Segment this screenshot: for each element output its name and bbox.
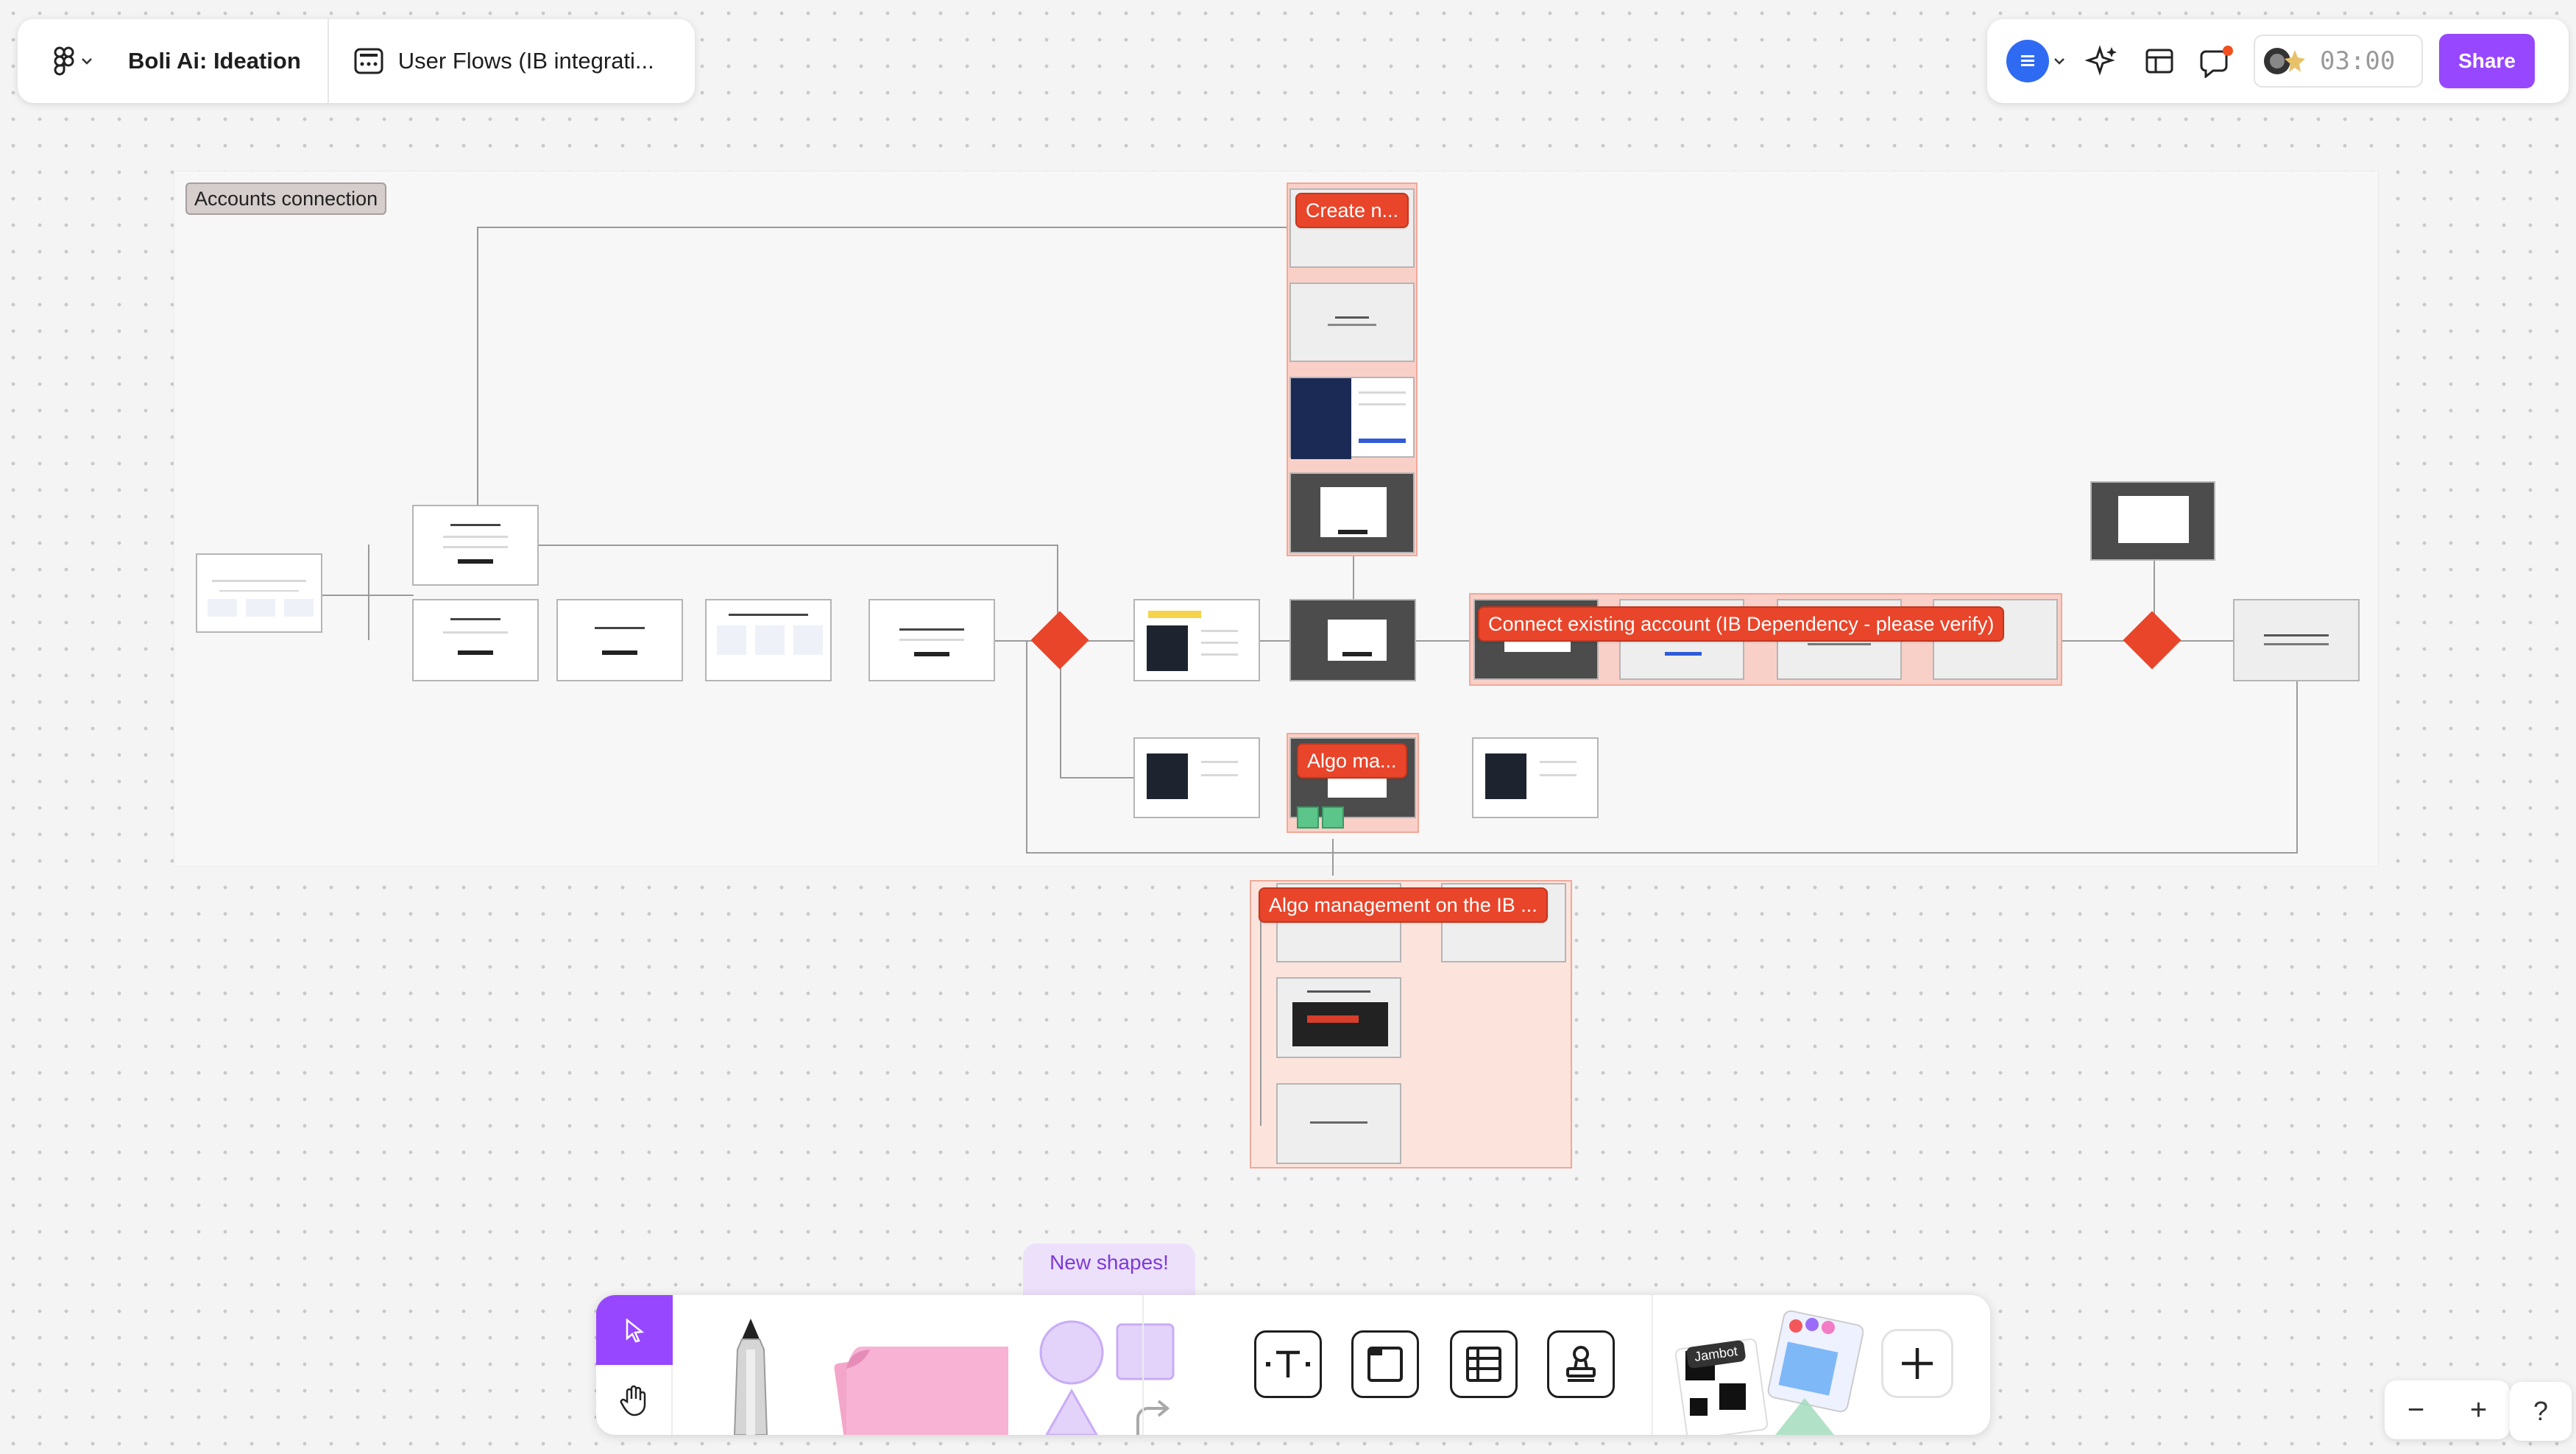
zoom-out-button[interactable]: − [2407, 1394, 2424, 1427]
frame-beginner-dashboard[interactable] [1133, 599, 1260, 681]
plus-icon [1902, 1348, 1933, 1379]
widgets-icon [1674, 1310, 1864, 1441]
avatar-icon [2264, 48, 2305, 74]
zoom-controls: − + [2385, 1380, 2510, 1439]
connector [368, 545, 369, 640]
connector [1353, 556, 1354, 600]
frame-algo-mgmt-4[interactable] [1276, 1083, 1401, 1164]
table-tool[interactable] [1450, 1330, 1518, 1398]
section-icon [1367, 1347, 1403, 1382]
sticky-green[interactable] [1297, 806, 1319, 829]
stamp-tool[interactable] [1547, 1330, 1615, 1398]
help-button[interactable]: ? [2510, 1382, 2572, 1441]
comment-icon[interactable] [2196, 40, 2237, 82]
tag-algo-ma[interactable]: Algo ma... [1297, 743, 1407, 779]
file-header: Boli Ai: Ideation User Flows (IB integra… [18, 19, 695, 103]
connector [1026, 640, 1027, 854]
tag-connect-existing[interactable]: Connect existing account (IB Dependency … [1478, 606, 2005, 642]
hand-icon [620, 1385, 646, 1416]
section-tool[interactable] [1351, 1330, 1419, 1398]
connector [1260, 912, 1262, 1126]
ai-sparkle-icon[interactable] [2081, 40, 2123, 82]
list-menu-button[interactable] [2006, 40, 2065, 82]
pen-icon[interactable] [721, 1317, 780, 1435]
frame-verify-account[interactable] [556, 599, 683, 681]
move-tool[interactable] [596, 1295, 673, 1365]
frame-algorithm-purchased[interactable] [868, 599, 995, 681]
stamp-icon [1566, 1346, 1596, 1382]
frame-login[interactable] [412, 505, 539, 586]
page-icon [354, 48, 383, 74]
toolbar-right: 03:00 Share [1987, 19, 2569, 103]
frame-final-state[interactable] [2233, 599, 2360, 681]
sticky-note-icon[interactable] [832, 1317, 1008, 1435]
frame-create-new-modal[interactable] [1289, 472, 1415, 553]
list-icon [2006, 40, 2049, 82]
page-selector[interactable]: User Flows (IB integrati... [329, 45, 654, 77]
frame-create-new-2[interactable] [1289, 283, 1415, 362]
frame-connected-modal[interactable] [2090, 481, 2215, 561]
widgets-button[interactable]: Jambot [1672, 1310, 1864, 1441]
sticky-green[interactable] [1322, 806, 1344, 829]
chevron-down-icon [2054, 58, 2064, 65]
figma-menu-icon [54, 46, 74, 76]
frame-algo-mgmt-3[interactable] [1276, 977, 1401, 1058]
divider [1142, 1295, 1144, 1435]
frame-beginner-dashboard-2[interactable] [1133, 737, 1260, 818]
text-icon [1266, 1350, 1310, 1377]
connector [1332, 839, 1334, 876]
page-name: User Flows (IB integrati... [397, 48, 654, 74]
frame-ib-login[interactable] [1289, 377, 1415, 459]
hand-tool[interactable] [596, 1365, 673, 1435]
section-label[interactable]: Accounts connection [185, 182, 387, 215]
timer-value: 03:00 [2320, 46, 2396, 76]
frame-modal-overlay[interactable] [1289, 599, 1416, 681]
mode-switcher [596, 1295, 673, 1435]
frame-beginner-dashboard-3[interactable] [1472, 737, 1599, 818]
table-icon [1466, 1347, 1501, 1382]
tag-algo-management[interactable]: Algo management on the IB ... [1259, 887, 1548, 923]
text-tool[interactable] [1254, 1330, 1322, 1398]
connector [1060, 777, 1133, 779]
main-menu-button[interactable] [18, 19, 128, 103]
frame-algorithms-list[interactable] [705, 599, 832, 681]
zoom-in-button[interactable]: + [2470, 1394, 2487, 1427]
timer-widget[interactable]: 03:00 [2254, 35, 2423, 88]
cursor-icon [626, 1317, 645, 1342]
layout-icon[interactable] [2139, 40, 2180, 82]
connector [2154, 559, 2155, 618]
connector [477, 227, 478, 506]
connector [477, 227, 1287, 228]
connector [2296, 677, 2298, 854]
connector [539, 545, 1058, 546]
new-shapes-label: New shapes! [1050, 1251, 1169, 1274]
connector [1026, 852, 2298, 854]
shapes-icon[interactable] [1035, 1310, 1182, 1435]
chevron-down-icon [82, 58, 92, 65]
frame-signup[interactable] [412, 599, 539, 681]
file-title[interactable]: Boli Ai: Ideation [128, 48, 328, 74]
share-button[interactable]: Share [2439, 34, 2535, 88]
divider [1652, 1295, 1653, 1435]
connector [321, 595, 414, 596]
add-widget-button[interactable] [1881, 1329, 1953, 1398]
tag-create-new[interactable]: Create n... [1295, 193, 1409, 228]
frame-boli-algorithms[interactable] [196, 553, 322, 633]
